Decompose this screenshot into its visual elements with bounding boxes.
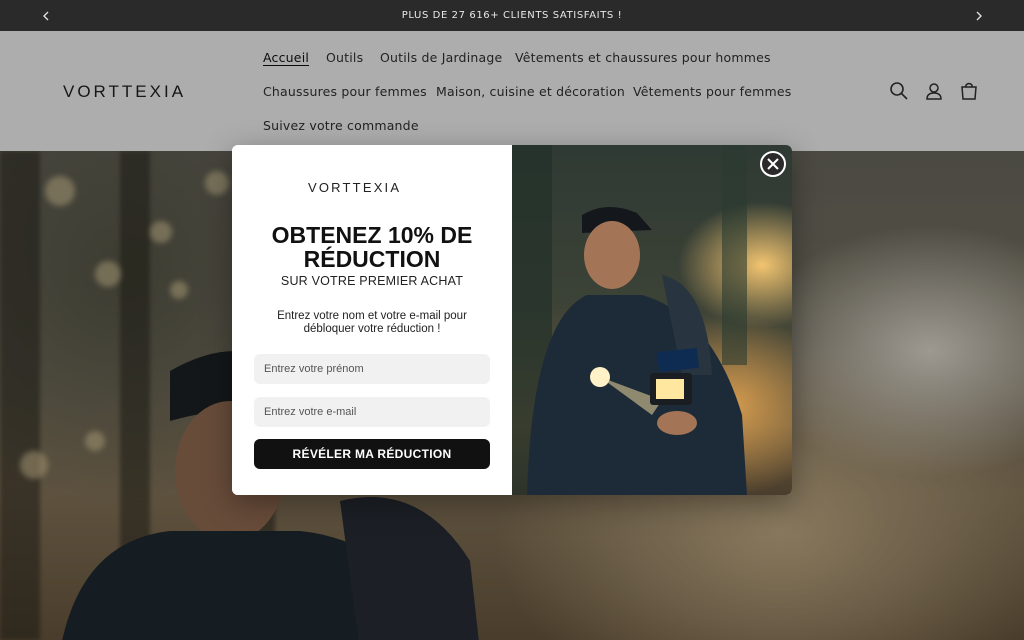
popup-title-line2: RÉDUCTION (303, 246, 441, 272)
reveal-discount-button[interactable]: RÉVÉLER MA RÉDUCTION (254, 439, 490, 469)
close-icon (767, 158, 779, 170)
popup-form-panel: VORTTEXIA OBTENEZ 10% DE RÉDUCTION SUR V… (232, 145, 512, 495)
svg-text:VORTTEXIA: VORTTEXIA (308, 180, 401, 194)
popup-brand-logo: VORTTEXIA (308, 179, 436, 195)
first-name-input[interactable] (254, 354, 490, 384)
email-input[interactable] (254, 397, 490, 427)
popup-description-line1: Entrez votre nom et votre e-mail pour (277, 310, 467, 322)
announcement-bar: PLUS DE 27 616+ CLIENTS SATISFAITS ! (0, 0, 1024, 31)
popup-description: Entrez votre nom et votre e-mail pour dé… (262, 310, 482, 336)
popup-title-line1: OBTENEZ 10% DE (271, 222, 473, 248)
popup-description-line2: débloquer votre réduction ! (303, 323, 441, 335)
popup-subtitle: SUR VOTRE PREMIER ACHAT (280, 274, 464, 288)
discount-popup: VORTTEXIA OBTENEZ 10% DE RÉDUCTION SUR V… (232, 145, 792, 495)
popup-product-image (512, 145, 792, 495)
announcement-text: PLUS DE 27 616+ CLIENTS SATISFAITS ! (401, 10, 623, 21)
chevron-left-icon[interactable] (31, 0, 61, 31)
chevron-right-icon[interactable] (964, 0, 994, 31)
close-popup-button[interactable] (760, 151, 786, 177)
popup-title: OBTENEZ 10% DE RÉDUCTION (232, 223, 512, 271)
